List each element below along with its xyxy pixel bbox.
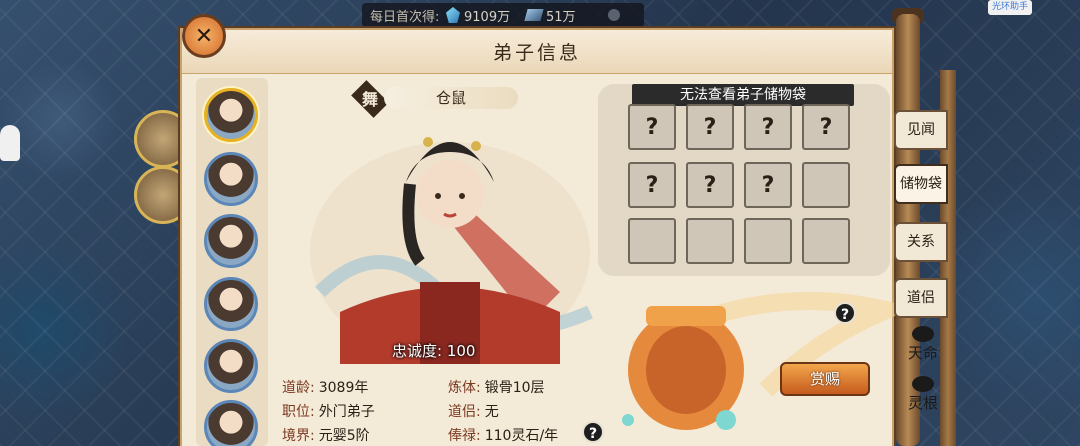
stat-realm: 境界: 元婴5阶 (282, 425, 370, 445)
panel-title: 弟子信息 (182, 30, 892, 74)
tab-partner[interactable]: 道侣 (894, 278, 948, 318)
bag-slot[interactable]: ? (628, 162, 676, 208)
reward-button[interactable]: 赏赐 (780, 362, 870, 396)
resource-bar: 每日首次得: 9109万 51万 (362, 3, 644, 27)
gift-bag-illustration (622, 292, 896, 430)
disciple-avatar[interactable] (204, 277, 258, 331)
tab-storage-bag[interactable]: 储物袋 (894, 164, 948, 204)
storage-bag-title: 无法查看弟子储物袋 (632, 84, 854, 106)
spirit-root-icon (912, 376, 934, 392)
bag-slot[interactable]: ? (686, 162, 734, 208)
bag-slot[interactable]: ? (744, 104, 792, 150)
bag-slot[interactable]: ? (744, 162, 792, 208)
stat-body-value: 锻骨10层 (484, 380, 545, 396)
tab-fate[interactable]: 天命 (898, 326, 948, 370)
spirit-gem-icon (446, 7, 460, 23)
stat-realm-value: 元婴5阶 (318, 428, 370, 444)
tab-seen[interactable]: 见闻 (894, 110, 948, 150)
bag-slot[interactable]: ? (802, 104, 850, 150)
daily-first-label: 每日首次得: (370, 9, 440, 25)
add-resource-button[interactable] (608, 9, 620, 21)
stat-companion: 道侣: 无 (448, 401, 499, 421)
disciple-portrait (310, 137, 593, 364)
stat-age-label: 道龄: (282, 380, 315, 396)
stat-realm-label: 境界: (282, 428, 315, 444)
stat-post-value: 外门弟子 (318, 404, 375, 420)
tab-relation[interactable]: 关系 (894, 222, 948, 262)
disciple-avatar[interactable] (204, 339, 258, 393)
stat-salary: 俸禄: 110灵石/年 (448, 425, 558, 445)
stat-age: 道龄: 3089年 (282, 377, 368, 397)
stone-value: 51万 (546, 9, 576, 25)
stat-post: 职位: 外门弟子 (282, 401, 375, 421)
gem-value: 9109万 (464, 9, 511, 25)
stat-body: 炼体: 锻骨10层 (448, 377, 545, 397)
salary-help-icon[interactable]: ? (582, 421, 604, 443)
stat-age-value: 3089年 (318, 380, 369, 396)
stat-body-label: 炼体: (448, 380, 481, 396)
stat-salary-value: 110灵石/年 (484, 428, 559, 444)
stat-companion-label: 道侣: (448, 404, 481, 420)
bag-slot[interactable] (802, 162, 850, 208)
helper-button[interactable]: 光环助手 (988, 0, 1032, 15)
bag-slot[interactable] (744, 218, 792, 264)
reward-help-icon[interactable]: ? (834, 302, 856, 324)
bag-slot[interactable]: ? (686, 104, 734, 150)
floating-npc-icon[interactable] (0, 125, 20, 161)
disciple-avatar-selected[interactable] (204, 88, 258, 142)
fate-icon (912, 326, 934, 342)
loyalty-value: 忠诚度: 100 (392, 342, 476, 360)
bag-slot[interactable] (802, 218, 850, 264)
bag-slot[interactable]: ? (628, 104, 676, 150)
close-icon[interactable]: ✕ (182, 14, 226, 58)
tab-spirit-root-label: 灵根 (907, 394, 938, 412)
stat-companion-value: 无 (484, 404, 499, 420)
tab-fate-label: 天命 (907, 344, 938, 362)
disciple-name: 仓鼠 (384, 87, 518, 109)
bag-slot[interactable] (686, 218, 734, 264)
disciple-avatar[interactable] (204, 214, 258, 268)
spirit-stone-icon (524, 9, 544, 21)
disciple-avatar[interactable] (204, 152, 258, 206)
stat-post-label: 职位: (282, 404, 315, 420)
bag-slot[interactable] (628, 218, 676, 264)
disciple-avatar[interactable] (204, 400, 258, 446)
tab-spirit-root[interactable]: 灵根 (898, 376, 948, 420)
stat-salary-label: 俸禄: (448, 428, 481, 444)
